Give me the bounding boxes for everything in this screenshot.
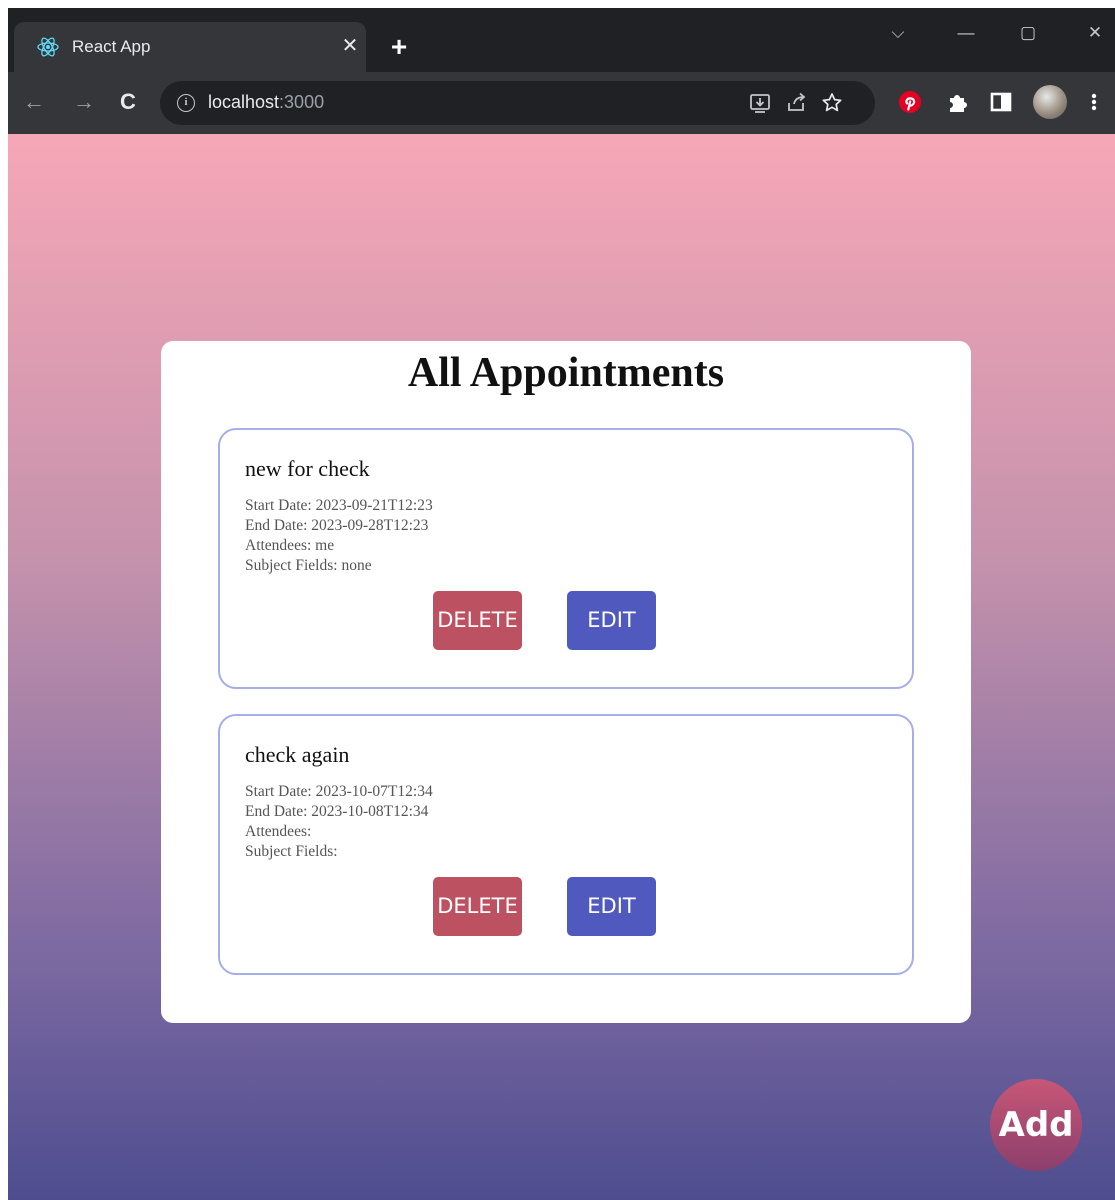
tab-react-app[interactable]: React App ✕ xyxy=(14,22,366,72)
share-icon[interactable] xyxy=(785,91,809,115)
bookmark-star-icon[interactable] xyxy=(820,91,844,115)
delete-button[interactable]: DELETE xyxy=(433,877,522,936)
subject-fields: Subject Fields: none xyxy=(245,557,372,574)
edit-button[interactable]: EDIT xyxy=(567,877,656,936)
start-date: Start Date: 2023-09-21T12:23 xyxy=(245,497,433,514)
address-bar[interactable]: i localhost:3000 xyxy=(160,81,875,125)
close-window-icon[interactable]: ✕ xyxy=(1080,20,1110,46)
end-date: End Date: 2023-10-08T12:34 xyxy=(245,803,429,820)
page-viewport: All Appointments new for check Start Dat… xyxy=(8,134,1115,1200)
edit-button[interactable]: EDIT xyxy=(567,591,656,650)
side-panel-icon[interactable] xyxy=(987,88,1015,116)
reload-icon[interactable]: C xyxy=(114,88,142,116)
attendees: Attendees: xyxy=(245,823,312,840)
end-date: End Date: 2023-09-28T12:23 xyxy=(245,517,429,534)
subject-fields: Subject Fields: xyxy=(245,843,338,860)
url-text[interactable]: localhost:3000 xyxy=(208,92,324,113)
extensions-icon[interactable] xyxy=(944,88,972,116)
url-port: :3000 xyxy=(279,92,325,112)
maximize-icon[interactable]: ▢ xyxy=(1013,20,1043,46)
tab-strip: React App ✕ + ⌵ — ▢ ✕ xyxy=(8,8,1115,72)
profile-avatar-icon[interactable] xyxy=(1033,85,1067,119)
appointment-item: check again Start Date: 2023-10-07T12:34… xyxy=(218,714,914,975)
delete-button[interactable]: DELETE xyxy=(433,591,522,650)
site-info-icon[interactable]: i xyxy=(177,94,195,112)
page-title: All Appointments xyxy=(407,350,725,396)
tab-title: React App xyxy=(72,37,151,56)
browser-toolbar: ← → C i localhost:3000 xyxy=(8,72,1115,198)
attendees: Attendees: me xyxy=(245,537,335,554)
start-date: Start Date: 2023-10-07T12:34 xyxy=(245,783,433,800)
menu-kebab-icon[interactable] xyxy=(1086,88,1102,116)
forward-icon[interactable]: → xyxy=(70,88,98,116)
tab-close-icon[interactable]: ✕ xyxy=(338,34,362,58)
tab-search-icon[interactable]: ⌵ xyxy=(883,20,913,46)
appointment-item: new for check Start Date: 2023-09-21T12:… xyxy=(218,428,914,689)
browser-window: React App ✕ + ⌵ — ▢ ✕ ← → C i localhost:… xyxy=(8,8,1115,1200)
appointment-details: Start Date: 2023-10-07T12:34 End Date: 2… xyxy=(245,782,433,862)
install-icon[interactable] xyxy=(748,91,772,115)
minimize-icon[interactable]: — xyxy=(951,20,981,46)
url-host: localhost xyxy=(208,92,280,112)
add-appointment-button[interactable]: Add xyxy=(990,1079,1082,1171)
appointment-title: check again xyxy=(245,742,350,767)
pinterest-icon[interactable] xyxy=(896,88,924,116)
new-tab-button[interactable]: + xyxy=(386,33,412,61)
appointment-details: Start Date: 2023-09-21T12:23 End Date: 2… xyxy=(245,496,433,576)
appointment-title: new for check xyxy=(245,456,370,481)
appointments-card: All Appointments new for check Start Dat… xyxy=(161,341,971,1023)
react-logo-icon xyxy=(37,37,59,57)
back-icon[interactable]: ← xyxy=(20,88,48,116)
